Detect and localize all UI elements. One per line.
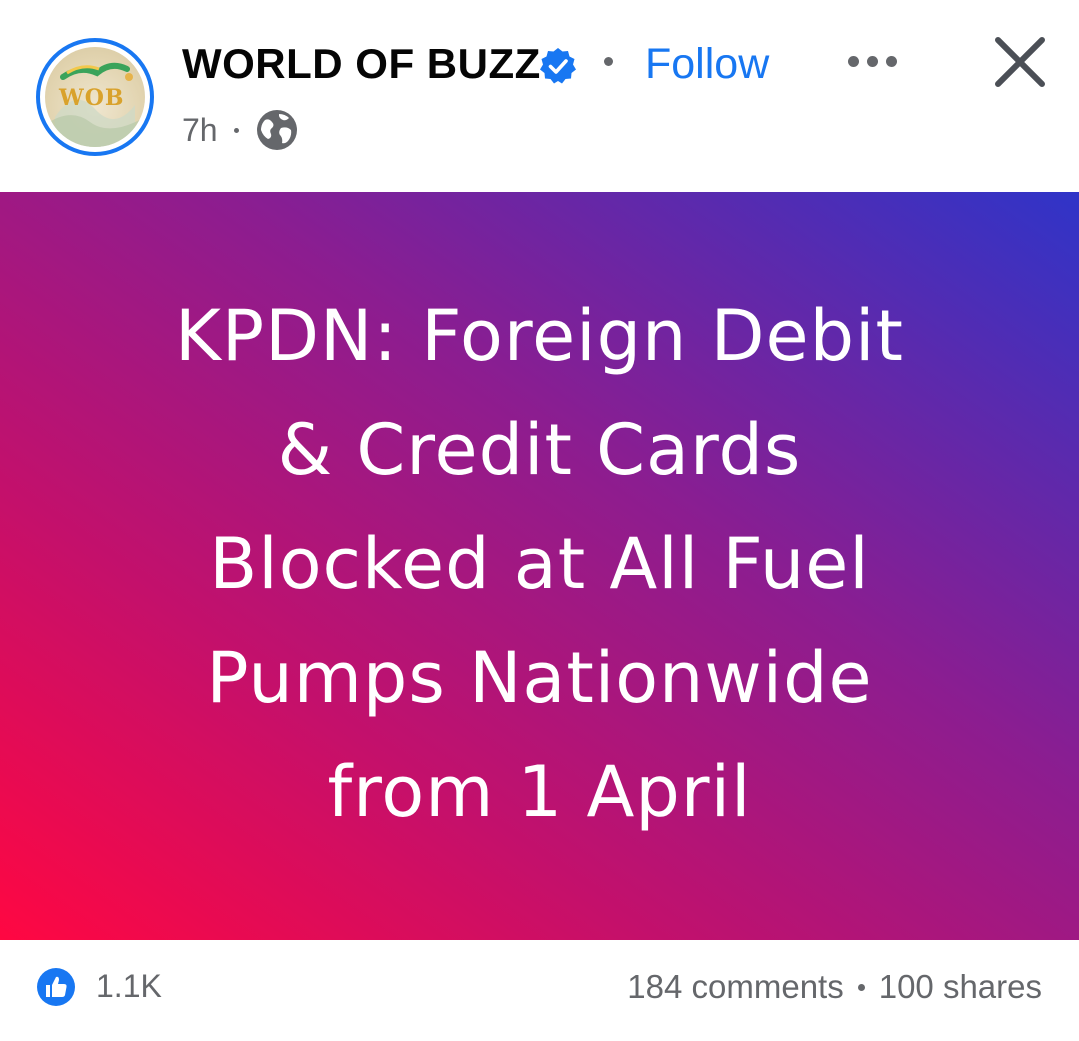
globe-icon[interactable] <box>255 108 299 152</box>
close-icon[interactable] <box>990 32 1050 92</box>
post-footer: 1.1K 184 comments 100 shares <box>0 940 1079 1041</box>
like-icon[interactable] <box>36 967 76 1007</box>
post-meta: 7h <box>182 108 299 152</box>
headline-line: KPDN: Foreign Debit <box>175 295 904 377</box>
follow-button[interactable]: Follow <box>645 40 769 89</box>
reaction-count[interactable]: 1.1K <box>96 968 162 1005</box>
avatar-image: WOB <box>45 47 145 147</box>
page-name[interactable]: WORLD OF BUZZ <box>182 40 541 88</box>
more-dot <box>867 55 878 67</box>
avatar-logo-text: WOB <box>59 85 125 111</box>
headline-line: Blocked at All Fuel <box>209 523 870 605</box>
stats-separator-dot <box>857 983 865 991</box>
facebook-post: WOB WORLD OF BUZZ Follow 7h KPDN: Foreig… <box>0 0 1079 1041</box>
verified-badge-icon <box>540 48 576 84</box>
headline-line: & Credit Cards <box>277 409 802 491</box>
post-header: WOB WORLD OF BUZZ Follow 7h <box>0 0 1079 192</box>
comments-count[interactable]: 184 comments <box>627 968 843 1006</box>
post-banner[interactable]: KPDN: Foreign Debit & Credit Cards Block… <box>0 192 1079 940</box>
more-options-icon[interactable] <box>848 50 910 72</box>
post-time[interactable]: 7h <box>182 112 218 149</box>
more-dot <box>886 55 897 67</box>
headline-line: Pumps Nationwide <box>206 637 873 719</box>
page-avatar[interactable]: WOB <box>36 38 154 156</box>
engagement-stats: 184 comments 100 shares <box>627 968 1042 1006</box>
banner-headline: KPDN: Foreign Debit & Credit Cards Block… <box>90 279 990 849</box>
separator-dot <box>604 57 613 66</box>
shares-count[interactable]: 100 shares <box>879 968 1042 1006</box>
more-dot <box>848 55 859 67</box>
meta-separator-dot <box>233 127 239 133</box>
headline-line: from 1 April <box>327 751 752 833</box>
